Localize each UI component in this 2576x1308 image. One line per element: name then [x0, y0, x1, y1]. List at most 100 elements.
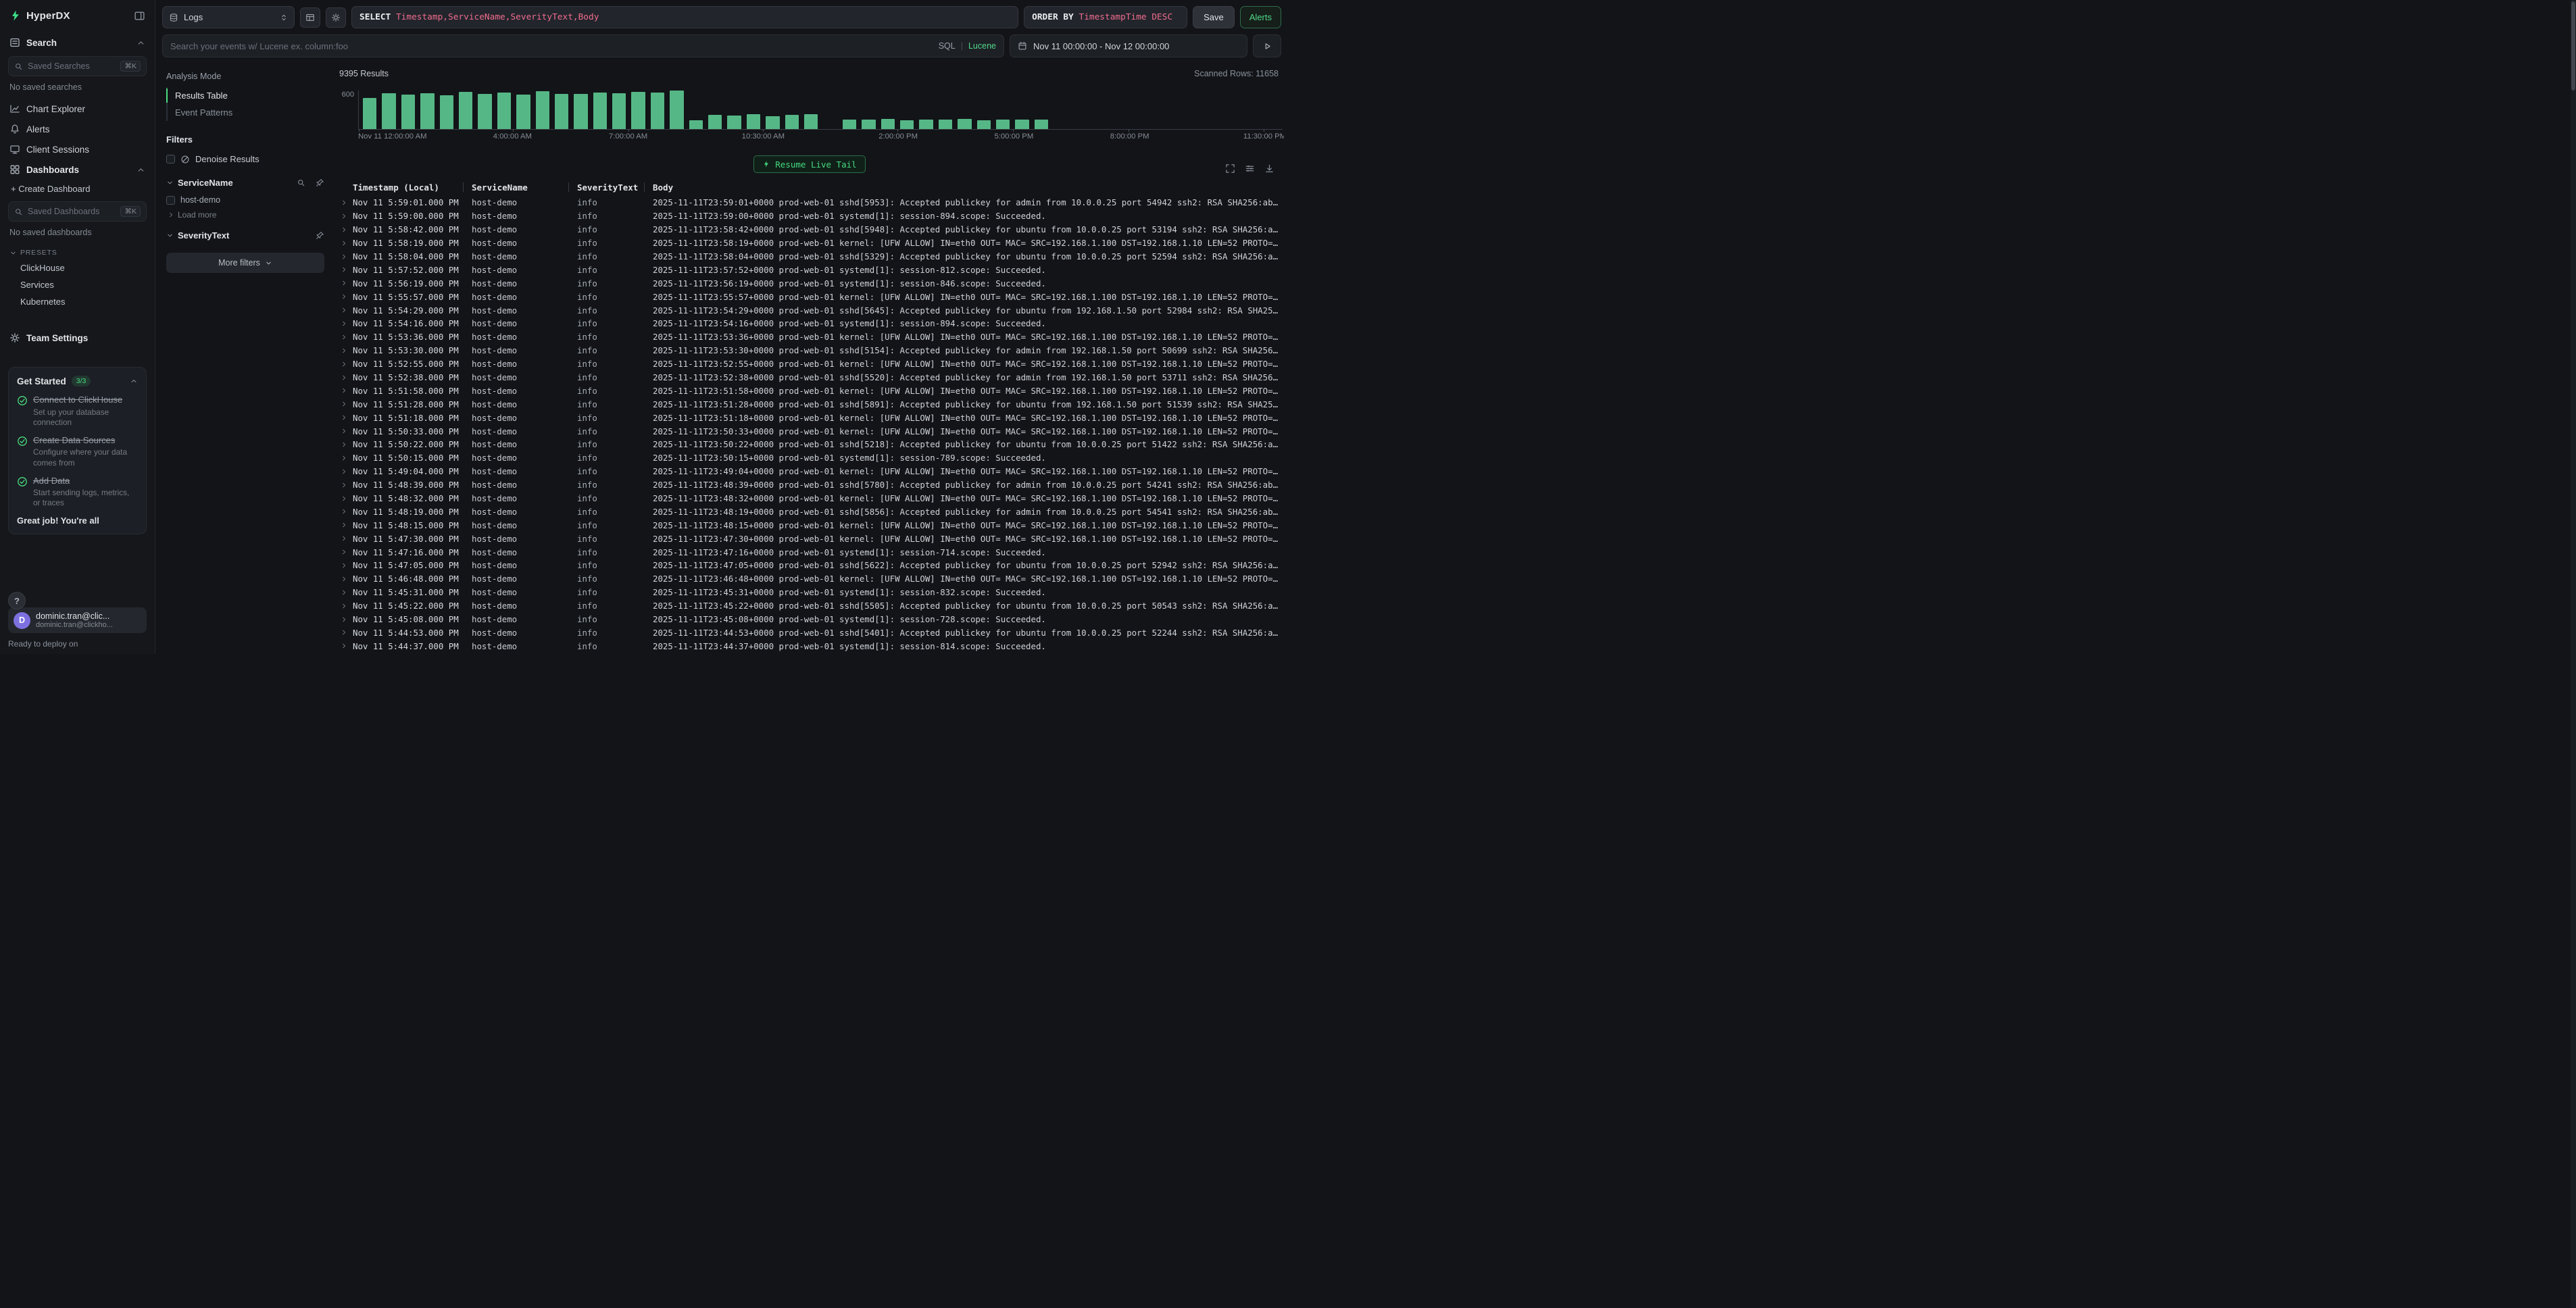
chart-bar[interactable] [727, 116, 741, 129]
chart-bar[interactable] [536, 91, 549, 129]
log-row[interactable]: Nov 11 5:55:57.000 PMhost-demoinfo2025-1… [335, 290, 1284, 303]
chart-bar[interactable] [631, 92, 645, 129]
row-expand-icon[interactable] [341, 482, 347, 488]
facet-severitytext-header[interactable]: SeverityText [166, 230, 324, 241]
chart-bar[interactable] [843, 120, 856, 129]
log-row[interactable]: Nov 11 5:53:30.000 PMhost-demoinfo2025-1… [335, 344, 1284, 357]
row-expand-icon[interactable] [341, 307, 347, 313]
chevron-down-icon[interactable] [166, 179, 174, 186]
row-expand-icon[interactable] [341, 535, 347, 542]
row-expand-icon[interactable] [341, 455, 347, 461]
chart-bar[interactable] [612, 93, 626, 129]
chart-bar[interactable] [651, 93, 664, 129]
chart-bar[interactable] [919, 120, 933, 129]
facet-servicename-header[interactable]: ServiceName [166, 178, 324, 188]
save-button[interactable]: Save [1193, 6, 1235, 28]
histogram-plot[interactable] [358, 91, 1283, 130]
get-started-header[interactable]: Get Started 3/3 [17, 376, 138, 386]
chart-bar[interactable] [670, 91, 683, 129]
row-expand-icon[interactable] [341, 468, 347, 475]
column-header-svc[interactable]: ServiceName [472, 182, 577, 193]
chart-bar[interactable] [555, 94, 568, 129]
sidebar-section-dashboards[interactable]: Dashboards [8, 159, 147, 180]
log-row[interactable]: Nov 11 5:48:32.000 PMhost-demoinfo2025-1… [335, 492, 1284, 505]
chart-bar[interactable] [939, 120, 952, 129]
alerts-button[interactable]: Alerts [1240, 6, 1281, 28]
analysis-mode-results-table[interactable]: Results Table [168, 87, 324, 104]
row-expand-icon[interactable] [341, 589, 347, 596]
checkbox[interactable] [166, 196, 175, 205]
log-row[interactable]: Nov 11 5:45:31.000 PMhost-demoinfo2025-1… [335, 586, 1284, 599]
log-row[interactable]: Nov 11 5:53:36.000 PMhost-demoinfo2025-1… [335, 330, 1284, 344]
chart-bar[interactable] [497, 93, 511, 129]
facet-pin-icon[interactable] [316, 178, 324, 187]
row-expand-icon[interactable] [341, 643, 347, 649]
log-row[interactable]: Nov 11 5:54:16.000 PMhost-demoinfo2025-1… [335, 317, 1284, 330]
facet-search-icon[interactable] [297, 178, 305, 187]
row-expand-icon[interactable] [341, 495, 347, 502]
row-expand-icon[interactable] [341, 320, 347, 327]
chart-bar[interactable] [401, 95, 415, 129]
more-filters-button[interactable]: More filters [166, 253, 324, 273]
sidebar-item-client-sessions[interactable]: Client Sessions [8, 139, 147, 159]
preset-kubernetes[interactable]: Kubernetes [8, 293, 147, 310]
chart-bar[interactable] [420, 93, 434, 129]
presets-toggle[interactable]: PRESETS [8, 244, 147, 259]
chart-bar[interactable] [382, 93, 395, 129]
download-icon[interactable] [1264, 164, 1274, 174]
log-row[interactable]: Nov 11 5:58:42.000 PMhost-demoinfo2025-1… [335, 223, 1284, 236]
get-started-item[interactable]: Connect to ClickHouseSet up your databas… [17, 395, 138, 428]
saved-dashboards-input[interactable]: Saved Dashboards ⌘K [8, 201, 147, 222]
chevron-up-icon[interactable] [137, 39, 145, 47]
chart-bar[interactable] [804, 114, 818, 129]
log-row[interactable]: Nov 11 5:50:22.000 PMhost-demoinfo2025-1… [335, 438, 1284, 451]
chart-bar[interactable] [363, 98, 376, 129]
column-resize-handle[interactable] [463, 183, 464, 192]
source-select[interactable]: Logs [162, 6, 295, 28]
log-row[interactable]: Nov 11 5:50:33.000 PMhost-demoinfo2025-1… [335, 424, 1284, 438]
log-row[interactable]: Nov 11 5:50:15.000 PMhost-demoinfo2025-1… [335, 451, 1284, 465]
row-expand-icon[interactable] [341, 603, 347, 609]
mode-lucene-toggle[interactable]: Lucene [968, 41, 996, 51]
row-expand-icon[interactable] [341, 629, 347, 636]
log-row[interactable]: Nov 11 5:58:04.000 PMhost-demoinfo2025-1… [335, 250, 1284, 263]
chart-bar[interactable] [862, 120, 875, 129]
log-row[interactable]: Nov 11 5:44:53.000 PMhost-demoinfo2025-1… [335, 626, 1284, 640]
mode-sql-toggle[interactable]: SQL [939, 41, 956, 51]
column-header-body[interactable]: Body [653, 182, 1284, 193]
log-row[interactable]: Nov 11 5:58:19.000 PMhost-demoinfo2025-1… [335, 236, 1284, 250]
row-expand-icon[interactable] [341, 334, 347, 341]
chart-bar[interactable] [958, 119, 971, 129]
help-button[interactable]: ? [8, 592, 26, 609]
facet-pin-icon[interactable] [316, 231, 324, 240]
facet-value-host-demo[interactable]: host-demo [166, 193, 324, 207]
source-settings-button[interactable] [326, 7, 346, 28]
orderby-input[interactable]: ORDER BY TimestampTime DESC [1024, 6, 1187, 28]
create-dashboard-button[interactable]: + Create Dashboard [8, 180, 147, 198]
log-row[interactable]: Nov 11 5:46:48.000 PMhost-demoinfo2025-1… [335, 572, 1284, 586]
get-started-item[interactable]: Create Data SourcesConfigure where your … [17, 435, 138, 468]
page-scrollbar-thumb[interactable] [2571, 1, 2575, 91]
row-expand-icon[interactable] [341, 401, 347, 407]
column-settings-icon[interactable] [1245, 164, 1255, 174]
chart-bar[interactable] [478, 94, 491, 129]
chart-bar[interactable] [766, 116, 779, 129]
row-expand-icon[interactable] [341, 562, 347, 569]
chart-bar[interactable] [516, 95, 530, 129]
log-row[interactable]: Nov 11 5:44:37.000 PMhost-demoinfo2025-1… [335, 639, 1284, 653]
resume-live-tail-button[interactable]: Resume Live Tail [753, 155, 865, 173]
chart-bar[interactable] [593, 93, 607, 129]
log-row[interactable]: Nov 11 5:47:05.000 PMhost-demoinfo2025-1… [335, 559, 1284, 572]
edit-source-button[interactable] [300, 7, 320, 28]
row-expand-icon[interactable] [341, 387, 347, 394]
event-search-input[interactable]: Search your events w/ Lucene ex. column:… [162, 34, 1004, 57]
denoise-results-checkbox[interactable]: Denoise Results [166, 151, 324, 167]
chart-bar[interactable] [1015, 120, 1029, 129]
chart-bar[interactable] [785, 115, 799, 129]
chart-bar[interactable] [881, 119, 895, 129]
page-scrollbar[interactable] [2571, 0, 2576, 1308]
chart-bar[interactable] [689, 120, 703, 129]
row-expand-icon[interactable] [341, 199, 347, 206]
saved-searches-input[interactable]: Saved Searches ⌘K [8, 56, 147, 76]
chart-bar[interactable] [708, 115, 722, 129]
